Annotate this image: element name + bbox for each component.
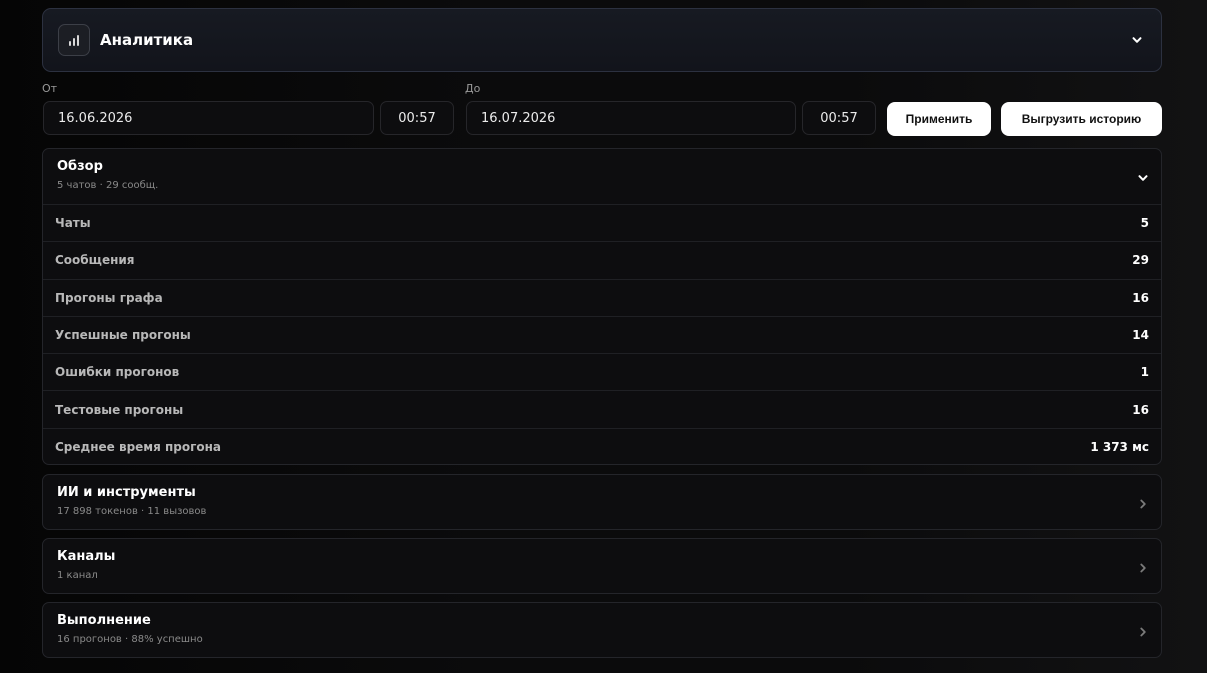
- stat-row: Сообщения 29: [43, 241, 1161, 278]
- stat-row: Прогоны графа 16: [43, 278, 1161, 316]
- chevron-right-icon: [1137, 495, 1149, 514]
- overview-card: Обзор 5 чатов · 29 сообщ. Чаты 5 Сообщен…: [42, 148, 1162, 465]
- stat-row: Успешные прогоны 14: [43, 315, 1161, 353]
- stat-value: 16: [1132, 402, 1149, 417]
- stat-value: 14: [1132, 328, 1149, 343]
- stat-value: 1 373 мс: [1090, 439, 1149, 454]
- ai-tools-subtitle: 17 898 токенов · 11 вызовов: [57, 506, 207, 517]
- chevron-down-icon[interactable]: [1137, 169, 1149, 188]
- stat-value: 1: [1140, 365, 1149, 380]
- overview-title: Обзор: [57, 159, 103, 174]
- stat-row: Тестовые прогоны 16: [43, 390, 1161, 427]
- from-date-input[interactable]: 16.06.2026: [43, 101, 374, 135]
- to-label: До: [465, 82, 481, 95]
- stat-label: Прогоны графа: [55, 290, 163, 305]
- analytics-title: Аналитика: [100, 31, 194, 49]
- stat-label: Чаты: [55, 216, 91, 231]
- ai-tools-card[interactable]: ИИ и инструменты 17 898 токенов · 11 выз…: [42, 474, 1162, 530]
- to-date-input[interactable]: 16.07.2026: [466, 101, 796, 135]
- stat-value: 5: [1140, 216, 1149, 231]
- execution-card[interactable]: Выполнение 16 прогонов · 88% успешно: [42, 602, 1162, 658]
- to-time-input[interactable]: 00:57: [802, 101, 876, 135]
- stat-value: 16: [1132, 290, 1149, 305]
- execution-title: Выполнение: [57, 613, 151, 628]
- overview-subtitle: 5 чатов · 29 сообщ.: [57, 180, 159, 191]
- bar-chart-icon: [58, 24, 90, 56]
- ai-tools-title: ИИ и инструменты: [57, 485, 196, 500]
- stat-label: Среднее время прогона: [55, 439, 222, 454]
- stat-label: Успешные прогоны: [55, 328, 191, 343]
- stat-value: 29: [1132, 253, 1149, 268]
- channels-header: Каналы 1 канал: [43, 539, 1161, 594]
- from-time-input[interactable]: 00:57: [380, 101, 454, 135]
- overview-card-header[interactable]: Обзор 5 чатов · 29 сообщ.: [43, 149, 1161, 204]
- stat-row: Чаты 5: [43, 204, 1161, 241]
- stat-row: Ошибки прогонов 1: [43, 353, 1161, 390]
- analytics-header[interactable]: Аналитика: [42, 8, 1162, 72]
- execution-header: Выполнение 16 прогонов · 88% успешно: [43, 603, 1161, 658]
- channels-card[interactable]: Каналы 1 канал: [42, 538, 1162, 594]
- stat-label: Сообщения: [55, 253, 135, 268]
- chevron-right-icon: [1137, 623, 1149, 642]
- export-history-button[interactable]: Выгрузить историю: [1001, 102, 1162, 136]
- stat-label: Тестовые прогоны: [55, 402, 184, 417]
- execution-subtitle: 16 прогонов · 88% успешно: [57, 634, 203, 645]
- chevron-right-icon: [1137, 559, 1149, 578]
- stat-row: Среднее время прогона 1 373 мс: [43, 427, 1161, 465]
- ai-tools-header: ИИ и инструменты 17 898 токенов · 11 выз…: [43, 475, 1161, 530]
- from-label: От: [42, 82, 58, 95]
- stat-label: Ошибки прогонов: [55, 365, 180, 380]
- chevron-down-icon[interactable]: [1129, 32, 1145, 48]
- channels-title: Каналы: [57, 549, 116, 564]
- channels-subtitle: 1 канал: [57, 570, 98, 581]
- apply-button[interactable]: Применить: [887, 102, 991, 136]
- analytics-panel: Аналитика От 16.06.2026 00:57 До 16.07.2…: [42, 8, 1162, 658]
